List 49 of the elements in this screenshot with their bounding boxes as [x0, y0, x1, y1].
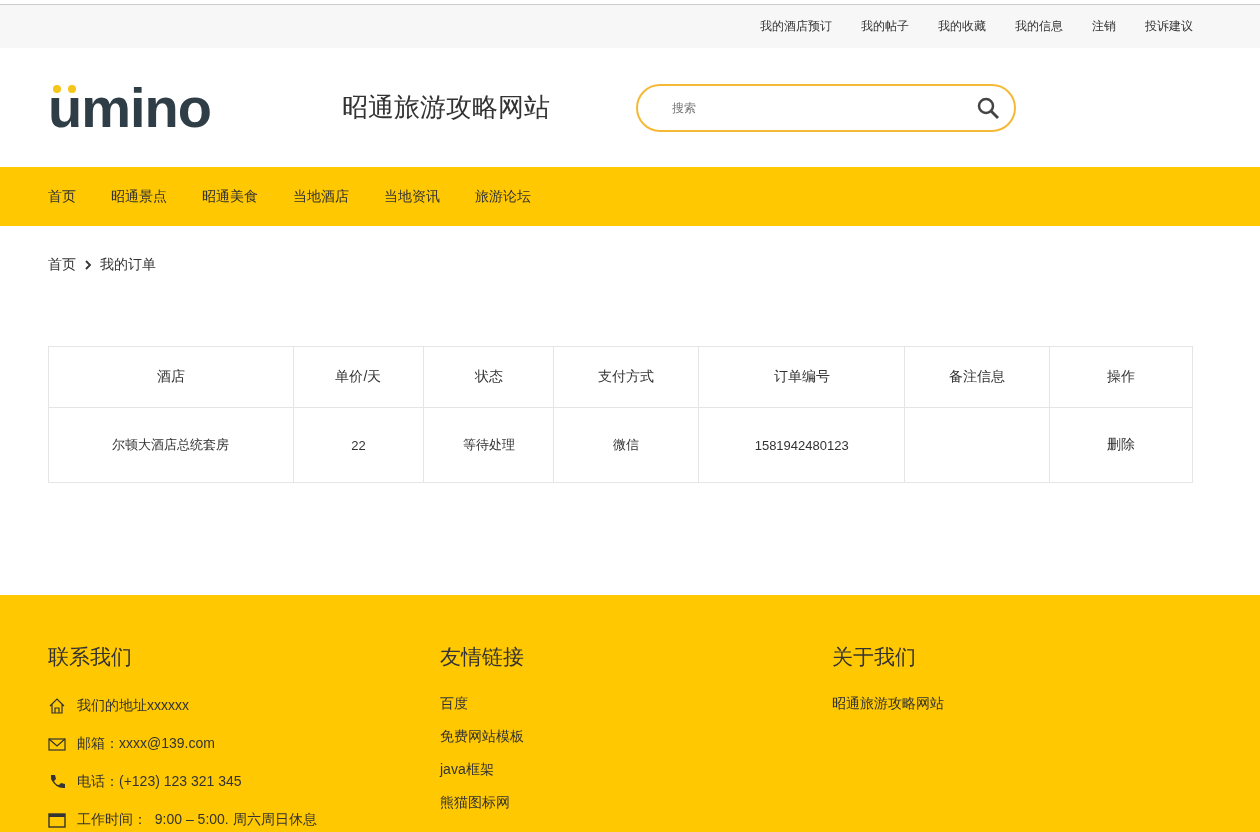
nav-item[interactable]: 昭通景点	[111, 187, 167, 206]
column-header: 订单编号	[698, 346, 905, 408]
footer-heading: 关于我们	[832, 644, 917, 670]
top-link[interactable]: 我的酒店预订	[760, 18, 832, 35]
chevron-right-icon	[84, 260, 92, 270]
search-input[interactable]: 搜索	[670, 99, 976, 116]
table-cell: 等待处理	[423, 407, 554, 483]
column-header: 酒店	[48, 346, 294, 408]
address-icon	[48, 697, 66, 715]
contact-text: 电话：(+123) 123 321 345	[77, 773, 242, 791]
phone-icon	[48, 773, 66, 791]
contact-text: 我们的地址xxxxxx	[77, 697, 189, 715]
delete-link[interactable]: 删除	[1106, 436, 1135, 452]
footer-link[interactable]: java框架	[440, 753, 832, 786]
top-link[interactable]: 注销	[1092, 18, 1116, 35]
site-title: 昭通旅游攻略网站	[342, 91, 551, 124]
top-link[interactable]: 投诉建议	[1145, 18, 1193, 35]
breadcrumb-current: 我的订单	[100, 256, 156, 274]
footer-link[interactable]: 昭通旅游攻略网站	[832, 687, 1260, 720]
search-icon[interactable]	[976, 95, 1000, 120]
table-cell: 微信	[553, 407, 699, 483]
footer-heading: 联系我们	[48, 644, 133, 670]
footer-link[interactable]: 熊猫图标网	[440, 786, 832, 819]
column-header: 支付方式	[553, 346, 699, 408]
top-link[interactable]: 我的收藏	[938, 18, 986, 35]
table-cell: 尔顿大酒店总统套房	[48, 407, 294, 483]
footer-link[interactable]: 百度	[440, 687, 832, 720]
search-field[interactable]: 搜索	[636, 83, 1016, 132]
nav-item[interactable]: 旅游论坛	[475, 187, 531, 206]
site-logo: umino	[48, 79, 212, 136]
column-header: 备注信息	[904, 346, 1050, 408]
table-cell: 1581942480123	[698, 407, 905, 483]
column-header: 状态	[423, 346, 554, 408]
nav-item[interactable]: 当地酒店	[293, 187, 349, 206]
hours-icon	[48, 811, 66, 829]
column-header: 操作	[1049, 346, 1193, 408]
contact-text: 邮箱：xxxx@139.com	[77, 735, 215, 753]
top-link[interactable]: 我的信息	[1015, 18, 1063, 35]
column-header: 单价/天	[293, 346, 424, 408]
breadcrumb-link[interactable]: 首页	[48, 256, 76, 274]
footer-link[interactable]: 免费网站模板	[440, 720, 832, 753]
nav-item[interactable]: 昭通美食	[202, 187, 258, 206]
email-icon	[48, 735, 66, 753]
table-cell: 22	[293, 407, 424, 483]
contact-text: 工作时间： 9:00 – 5:00. 周六周日休息	[77, 811, 317, 829]
top-link[interactable]: 我的帖子	[861, 18, 909, 35]
footer-heading: 友情链接	[440, 644, 525, 670]
nav-item[interactable]: 当地资讯	[384, 187, 440, 206]
nav-item[interactable]: 首页	[48, 187, 76, 206]
